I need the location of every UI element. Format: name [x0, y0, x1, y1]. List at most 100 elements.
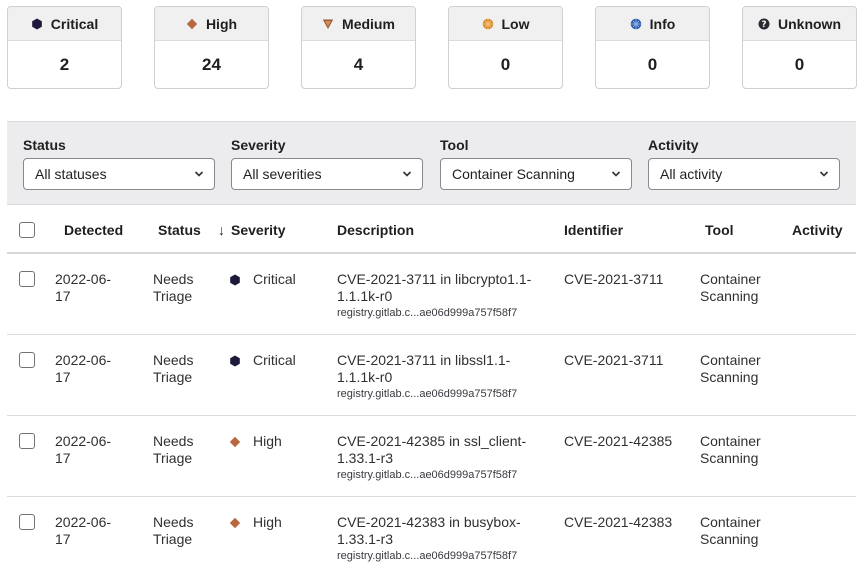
card-header: Low — [449, 7, 562, 41]
severity-cell: Critical — [229, 271, 296, 288]
column-activity[interactable]: Activity — [792, 222, 843, 238]
status-text: Needs Triage — [153, 271, 194, 304]
tool-text: Container Scanning — [700, 271, 761, 304]
filter-label: Tool — [440, 137, 469, 153]
severity-card-critical[interactable]: Critical 2 — [7, 6, 122, 89]
identifier-text: CVE-2021-42385 — [564, 433, 673, 449]
dropdown-value: Container Scanning — [452, 166, 575, 182]
table-row[interactable]: 2022-06-17 Needs Triage Critical CVE-202… — [7, 335, 856, 416]
severity-label: High — [253, 433, 282, 449]
card-header: High — [155, 7, 268, 41]
description-location: registry.gitlab.c...ae06d999a757f58f7 — [337, 307, 518, 319]
low-circle-icon — [482, 18, 494, 30]
card-count: 2 — [59, 55, 70, 74]
description-cell[interactable]: CVE-2021-3711 in libssl1.1-1.1.1k-r0 reg… — [337, 352, 552, 402]
severity-card-info[interactable]: Info 0 — [595, 6, 710, 89]
card-label: Low — [501, 15, 530, 32]
severity-card-unknown[interactable]: ? Unknown 0 — [742, 6, 857, 89]
description-title[interactable]: CVE-2021-42385 in ssl_client-1.33.1-r3 — [337, 433, 552, 467]
activity-filter: Activity All activity — [648, 137, 840, 190]
description-location: registry.gitlab.c...ae06d999a757f58f7 — [337, 550, 518, 562]
column-severity[interactable]: ↓ Severity — [218, 222, 285, 238]
detected-date: 2022-06-17 — [55, 433, 112, 466]
critical-hexagon-icon — [229, 274, 241, 286]
severity-filter: Severity All severities — [231, 137, 423, 190]
tool-text: Container Scanning — [700, 352, 761, 385]
column-description[interactable]: Description — [337, 222, 414, 238]
card-label: High — [205, 15, 238, 32]
card-header: Critical — [8, 7, 121, 41]
dropdown-value: All statuses — [35, 166, 107, 182]
status-filter: Status All statuses — [23, 137, 215, 190]
status-text: Needs Triage — [153, 352, 194, 385]
info-circle-icon — [630, 18, 642, 30]
card-count: 0 — [500, 55, 511, 74]
tool-dropdown[interactable]: Container Scanning — [440, 158, 632, 190]
severity-label: Critical — [253, 352, 296, 368]
tool-filter: Tool Container Scanning — [440, 137, 632, 190]
severity-card-high[interactable]: High 24 — [154, 6, 269, 89]
column-tool[interactable]: Tool — [705, 222, 734, 238]
filters-bar: Status All statuses Severity All severit… — [7, 121, 856, 205]
detected-date: 2022-06-17 — [55, 514, 112, 547]
table-header: Detected Status ↓ Severity Description Id… — [7, 206, 856, 254]
card-count: 4 — [353, 55, 364, 74]
card-label: Medium — [342, 15, 395, 32]
tool-text: Container Scanning — [700, 514, 761, 547]
severity-cell: Critical — [229, 352, 296, 369]
table-row[interactable]: 2022-06-17 Needs Triage High CVE-2021-42… — [7, 416, 856, 497]
card-count: 0 — [647, 55, 658, 74]
status-dropdown[interactable]: All statuses — [23, 158, 215, 190]
dropdown-value: All activity — [660, 166, 723, 182]
severity-summary: Critical 2 High 24 Medium 4 Low 0 Info 0… — [7, 6, 857, 89]
status-text: Needs Triage — [153, 514, 194, 547]
severity-card-low[interactable]: Low 0 — [448, 6, 563, 89]
high-diamond-icon — [229, 436, 241, 448]
chevron-down-icon — [194, 171, 204, 177]
card-label: Info — [649, 15, 676, 32]
sort-descending-icon: ↓ — [218, 222, 225, 238]
svg-text:?: ? — [761, 20, 766, 30]
chevron-down-icon — [402, 171, 412, 177]
description-title[interactable]: CVE-2021-42383 in busybox-1.33.1-r3 — [337, 514, 552, 548]
select-all-checkbox[interactable] — [19, 222, 35, 238]
activity-dropdown[interactable]: All activity — [648, 158, 840, 190]
column-status[interactable]: Status — [158, 222, 201, 238]
description-cell[interactable]: CVE-2021-42383 in busybox-1.33.1-r3 regi… — [337, 514, 552, 564]
severity-cell: High — [229, 433, 282, 450]
detected-date: 2022-06-17 — [55, 271, 112, 304]
card-label: Unknown — [778, 15, 841, 32]
chevron-down-icon — [819, 171, 829, 177]
card-count: 24 — [202, 55, 221, 74]
row-checkbox[interactable] — [19, 271, 35, 287]
card-count: 0 — [794, 55, 805, 74]
identifier-text: CVE-2021-3711 — [564, 271, 664, 287]
identifier-text: CVE-2021-3711 — [564, 352, 664, 368]
severity-cell: High — [229, 514, 282, 531]
row-checkbox[interactable] — [19, 352, 35, 368]
description-cell[interactable]: CVE-2021-3711 in libcrypto1.1-1.1.1k-r0 … — [337, 271, 552, 321]
column-identifier[interactable]: Identifier — [564, 222, 623, 238]
description-cell[interactable]: CVE-2021-42385 in ssl_client-1.33.1-r3 r… — [337, 433, 552, 483]
critical-hexagon-icon — [229, 355, 241, 367]
card-header: Info — [596, 7, 709, 41]
table-row[interactable]: 2022-06-17 Needs Triage High CVE-2021-42… — [7, 497, 856, 572]
row-checkbox[interactable] — [19, 433, 35, 449]
table-row[interactable]: 2022-06-17 Needs Triage Critical CVE-202… — [7, 254, 856, 335]
severity-label: High — [253, 514, 282, 530]
severity-card-medium[interactable]: Medium 4 — [301, 6, 416, 89]
column-severity-label: Severity — [231, 222, 286, 238]
severity-dropdown[interactable]: All severities — [231, 158, 423, 190]
description-title[interactable]: CVE-2021-3711 in libcrypto1.1-1.1.1k-r0 — [337, 271, 552, 305]
card-label: Critical — [50, 15, 99, 32]
card-header: ? Unknown — [743, 7, 856, 41]
description-title[interactable]: CVE-2021-3711 in libssl1.1-1.1.1k-r0 — [337, 352, 552, 386]
critical-hexagon-icon — [31, 18, 43, 30]
column-detected[interactable]: Detected — [64, 222, 123, 238]
filter-label: Status — [23, 137, 66, 153]
filter-label: Activity — [648, 137, 699, 153]
identifier-text: CVE-2021-42383 — [564, 514, 673, 530]
row-checkbox[interactable] — [19, 514, 35, 530]
medium-triangle-icon — [322, 18, 334, 30]
description-location: registry.gitlab.c...ae06d999a757f58f7 — [337, 388, 518, 400]
